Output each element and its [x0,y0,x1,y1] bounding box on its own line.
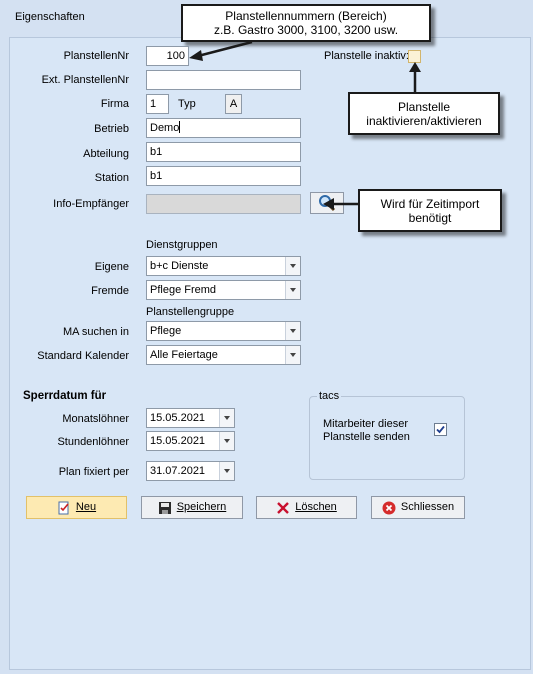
eigene-dropdown[interactable]: b+c Dienste [146,256,301,276]
callout-import: Wird für Zeitimport benötigt [358,189,502,232]
stundenloehner-date[interactable]: 15.05.2021 [146,431,235,451]
stundenloehner-value: 15.05.2021 [150,435,206,447]
loeschen-button[interactable]: Löschen [256,496,357,519]
chevron-down-icon[interactable] [219,409,234,427]
ma-suchen-in-label: MA suchen in [62,326,129,338]
tacs-send-checkbox[interactable] [434,423,447,436]
fremde-label: Fremde [91,285,129,297]
tacs-group-title: tacs [317,390,342,402]
loeschen-button-label: Löschen [295,501,337,513]
monatsloehner-date[interactable]: 15.05.2021 [146,408,235,428]
monatsloehner-value: 15.05.2021 [150,412,206,424]
chevron-down-icon[interactable] [219,462,234,480]
plan-fixiert-date[interactable]: 31.07.2021 [146,461,235,481]
dienstgruppen-heading: Dienstgruppen [146,239,218,251]
callout-import-line1: Wird für Zeitimport [380,197,480,211]
stundenloehner-label: Stundenlöhner [57,436,129,448]
tacs-send-label-line1: Mitarbeiter dieser [323,418,408,430]
monatsloehner-label: Monatslöhner [62,413,129,425]
chevron-down-icon[interactable] [285,322,300,340]
floppy-disk-icon [158,501,171,514]
plan-fixiert-label: Plan fixiert per [58,466,129,478]
speichern-button-label: Speichern [176,501,227,513]
fremde-value: Pflege Fremd [150,284,217,296]
red-x-icon [277,501,290,514]
schliessen-button[interactable]: Schliessen [371,496,465,519]
speichern-button[interactable]: Speichern [141,496,243,519]
callout-import-line2: benötigt [408,211,452,225]
tacs-send-label-line2: Planstelle senden [323,431,410,443]
checkmark-icon [436,425,445,434]
standard-kalender-value: Alle Feiertage [150,349,218,361]
chevron-down-icon[interactable] [219,432,234,450]
planstellengruppe-heading: Planstellengruppe [146,306,235,318]
plan-fixiert-value: 31.07.2021 [150,465,206,477]
tacs-send-label: Mitarbeiter dieser Planstelle senden [323,418,410,444]
new-document-icon [58,501,69,514]
ma-suchen-in-value: Pflege [150,325,182,337]
sperrdatum-heading: Sperrdatum für [23,390,107,402]
neu-button[interactable]: Neu [26,496,127,519]
chevron-down-icon[interactable] [285,346,300,364]
standard-kalender-dropdown[interactable]: Alle Feiertage [146,345,301,365]
chevron-down-icon[interactable] [285,257,300,275]
eigene-value: b+c Dienste [150,260,209,272]
standard-kalender-label: Standard Kalender [37,350,129,362]
neu-button-label: Neu [75,501,97,513]
schliessen-button-label: Schliessen [400,501,455,513]
ma-suchen-in-dropdown[interactable]: Pflege [146,321,301,341]
chevron-down-icon[interactable] [285,281,300,299]
fremde-dropdown[interactable]: Pflege Fremd [146,280,301,300]
eigene-label: Eigene [94,261,129,273]
close-circle-icon [382,501,396,514]
